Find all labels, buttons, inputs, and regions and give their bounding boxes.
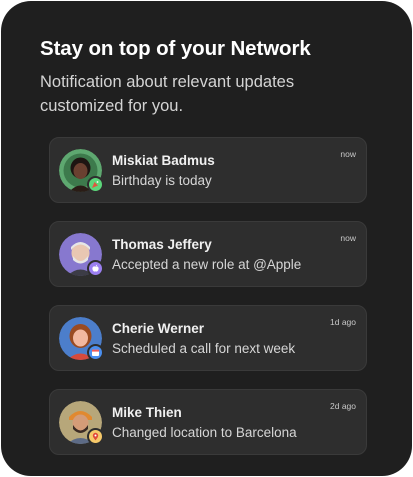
notification-item[interactable]: Mike Thien Changed location to Barcelona…: [49, 389, 367, 455]
card-subtitle: Notification about relevant updates cust…: [40, 73, 295, 115]
notification-time: 2d ago: [330, 401, 356, 411]
notification-message: Changed location to Barcelona: [112, 425, 297, 440]
party-icon: [87, 176, 104, 193]
notification-time: now: [340, 149, 356, 159]
notification-item[interactable]: Cherie Werner Scheduled a call for next …: [49, 305, 367, 371]
notification-name: Cherie Werner: [112, 321, 205, 336]
notification-time: 1d ago: [330, 317, 356, 327]
notification-message: Scheduled a call for next week: [112, 341, 296, 356]
apple-icon: [87, 260, 104, 277]
card-title: Stay on top of your Network: [40, 37, 311, 60]
notification-message: Birthday is today: [112, 173, 212, 188]
notification-name: Thomas Jeffery: [112, 237, 212, 252]
notification-item[interactable]: Thomas Jeffery Accepted a new role at @A…: [49, 221, 367, 287]
location-pin-icon: [87, 428, 104, 445]
notification-time: now: [340, 233, 356, 243]
calendar-icon: [87, 344, 104, 361]
notification-message: Accepted a new role at @Apple: [112, 257, 302, 272]
notification-card: Stay on top of your Network Notification…: [1, 1, 412, 476]
notification-name: Mike Thien: [112, 405, 182, 420]
notification-name: Miskiat Badmus: [112, 153, 215, 168]
notification-item[interactable]: Miskiat Badmus Birthday is today now: [49, 137, 367, 203]
